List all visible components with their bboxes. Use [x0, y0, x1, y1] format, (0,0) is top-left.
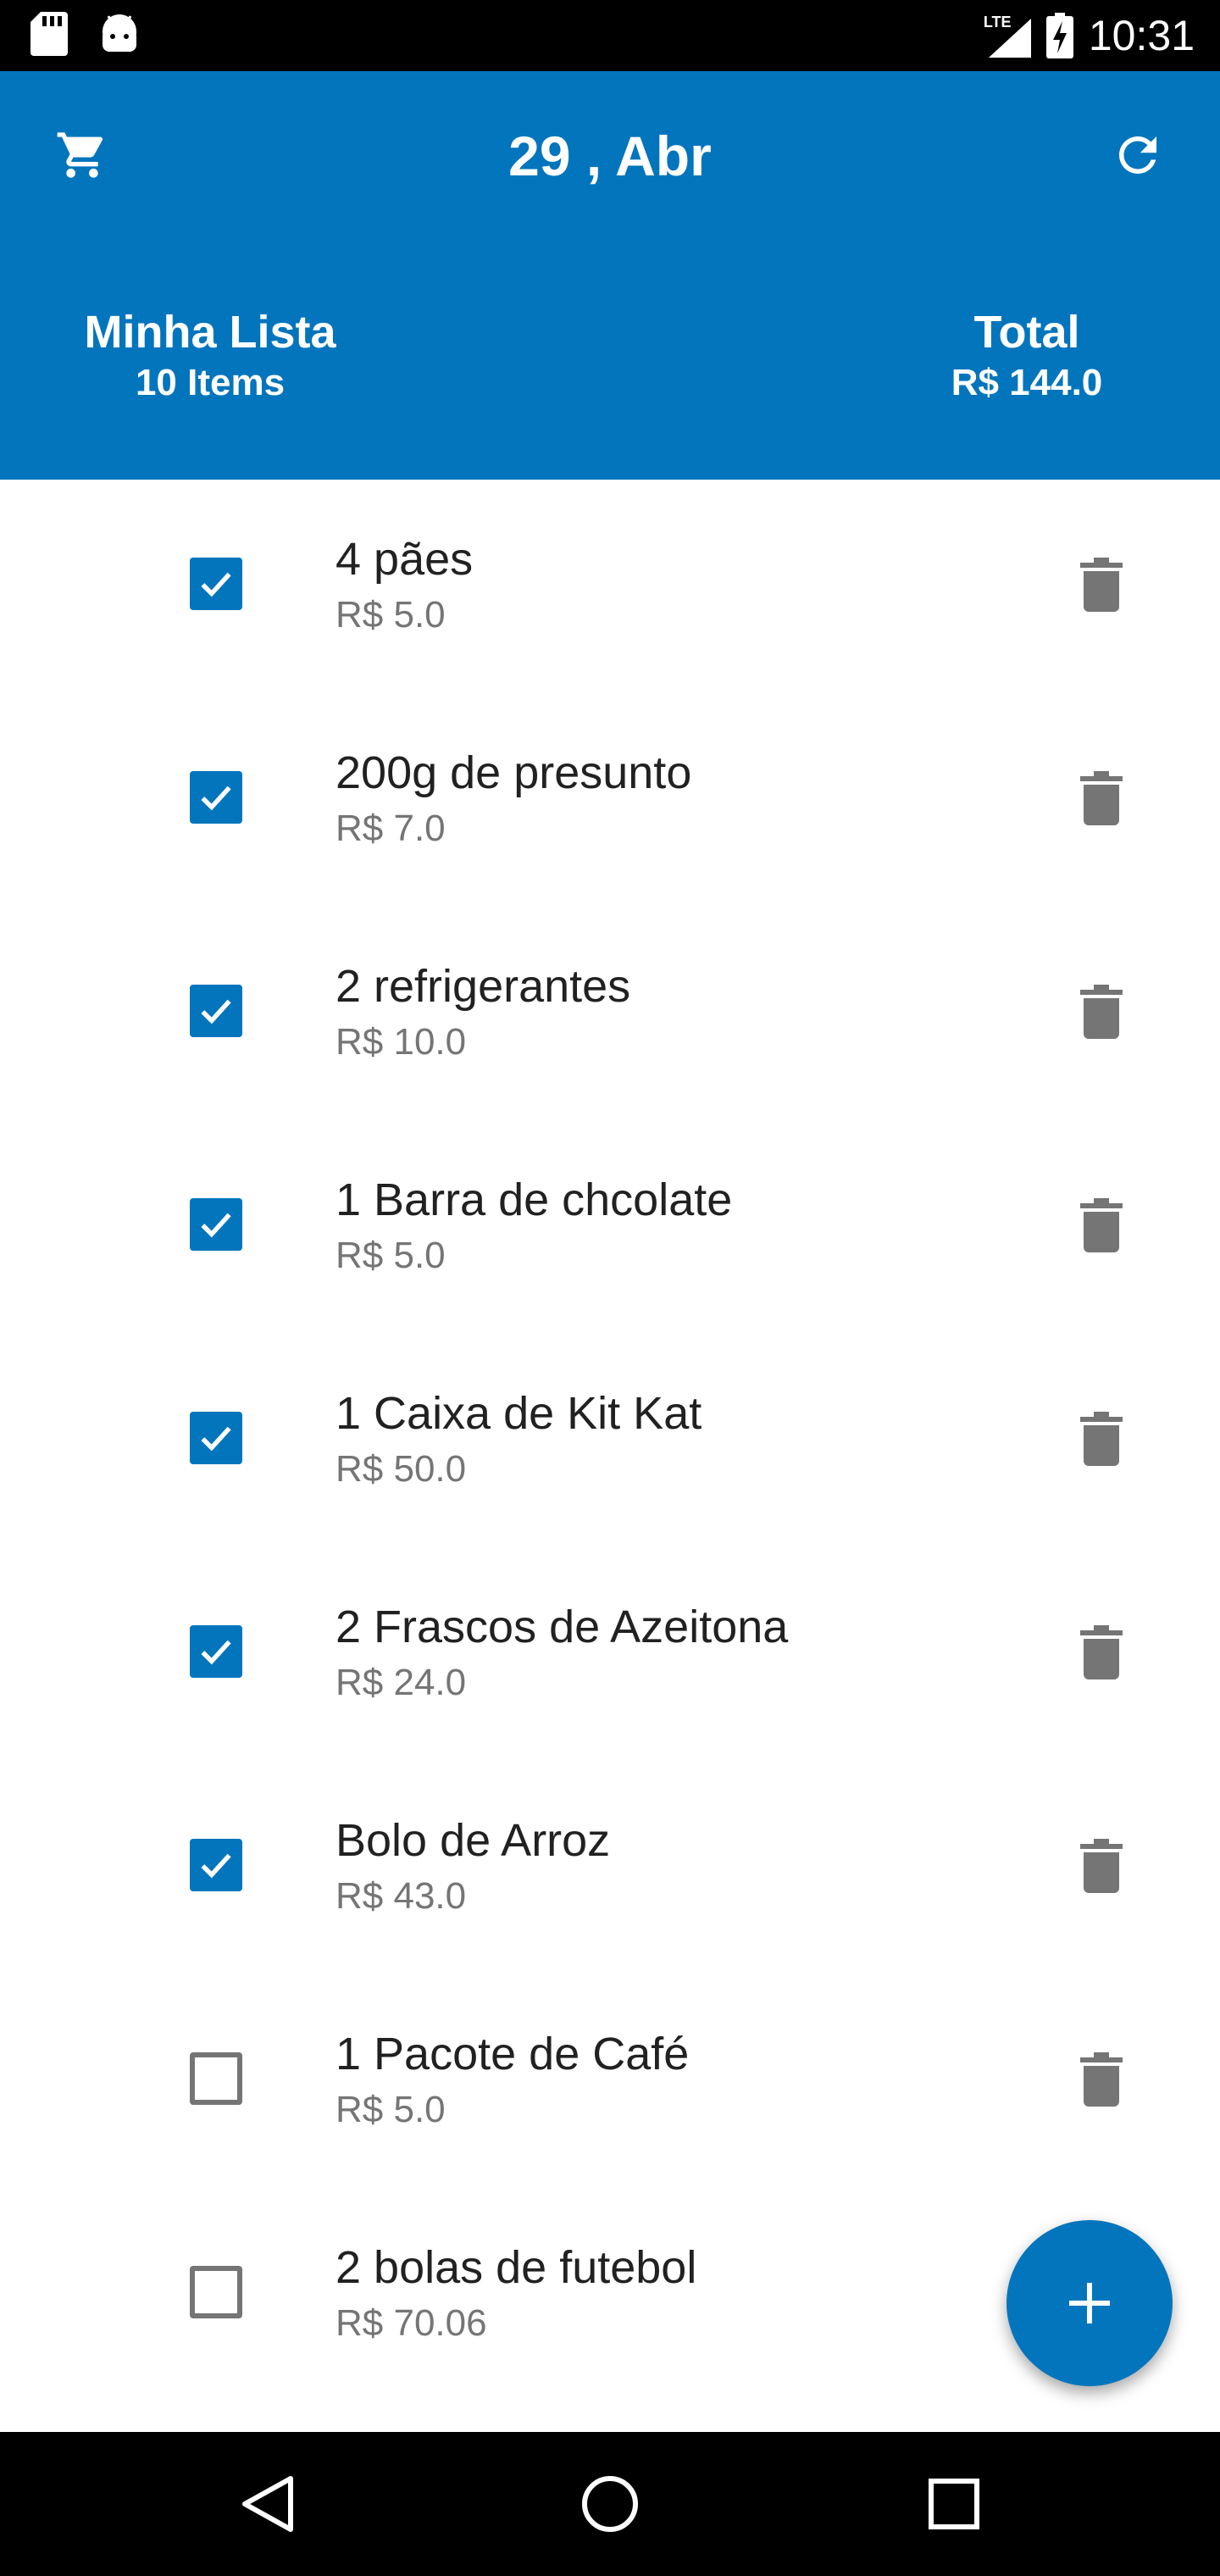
total-label: Total [973, 307, 1080, 358]
refresh-button[interactable] [1105, 122, 1171, 188]
item-text[interactable]: 2 bolas de futebol R$ 70.06 [336, 2239, 696, 2347]
trash-icon [1080, 1198, 1123, 1252]
delete-button[interactable] [1074, 1408, 1128, 1469]
list-item: Bolo de Arroz R$ 43.0 [0, 1761, 1220, 1974]
recents-button[interactable] [912, 2462, 996, 2546]
delete-button[interactable] [1074, 554, 1128, 615]
item-name: 1 Barra de chcolate [336, 1174, 733, 1225]
delete-button[interactable] [1074, 768, 1128, 829]
item-price: R$ 43.0 [336, 1875, 467, 1917]
checkmark-icon [201, 1213, 231, 1238]
item-checkbox[interactable] [190, 2266, 242, 2318]
list-item: 2 Frascos de Azeitona R$ 24.0 [0, 1547, 1220, 1761]
delete-button[interactable] [1074, 1622, 1128, 1683]
total-summary: Total R$ 144.0 [874, 305, 1179, 407]
home-button[interactable] [568, 2462, 652, 2546]
item-price: R$ 7.0 [336, 808, 446, 849]
app-header: 29 , Abr Minha Lista 10 Items Total R$ 1… [0, 71, 1220, 480]
delete-button[interactable] [1074, 2049, 1128, 2110]
list-item: 2 refrigerantes R$ 10.0 [0, 907, 1220, 1120]
trash-icon [1080, 558, 1123, 612]
add-item-button[interactable] [1006, 2220, 1173, 2386]
system-nav-bar [0, 2432, 1220, 2576]
status-notifications [30, 12, 141, 56]
item-name: 1 Pacote de Café [336, 2029, 690, 2079]
item-price: R$ 5.0 [336, 1235, 446, 1276]
recents-square-icon [929, 2479, 979, 2529]
item-name: Bolo de Arroz [336, 1815, 611, 1866]
item-checkbox[interactable] [190, 1839, 242, 1891]
list-summary: Minha Lista 10 Items [41, 305, 380, 407]
checkmark-icon [201, 1640, 231, 1665]
item-text[interactable]: 2 Frascos de Azeitona R$ 24.0 [336, 1598, 788, 1707]
status-system: LTE 10:31 [984, 7, 1195, 64]
item-name: 2 refrigerantes [336, 961, 631, 1012]
android-icon [103, 14, 136, 52]
page-title: 29 , Abr [508, 125, 712, 187]
shopping-list: 4 pães R$ 5.0 200g de presunto R$ 7.0 2 … [0, 480, 1220, 2401]
item-price: R$ 10.0 [336, 1021, 467, 1063]
item-text[interactable]: 1 Barra de chcolate R$ 5.0 [336, 1171, 732, 1280]
refresh-icon [1119, 136, 1156, 174]
item-checkbox[interactable] [190, 985, 242, 1037]
sd-card-icon [30, 12, 68, 56]
plus-icon [1069, 2283, 1110, 2323]
delete-button[interactable] [1074, 1195, 1128, 1256]
item-name: 1 Caixa de Kit Kat [336, 1388, 702, 1439]
trash-icon [1080, 1412, 1123, 1466]
list-item: 200g de presunto R$ 7.0 [0, 693, 1220, 907]
item-checkbox[interactable] [190, 1412, 242, 1464]
signal-icon: LTE [984, 14, 1031, 58]
item-name: 200g de presunto [336, 747, 692, 798]
item-text[interactable]: 1 Caixa de Kit Kat R$ 50.0 [336, 1385, 702, 1493]
total-value: R$ 144.0 [951, 362, 1103, 403]
item-price: R$ 5.0 [336, 594, 446, 636]
trash-icon [1080, 1625, 1123, 1679]
trash-icon [1080, 771, 1123, 825]
trash-icon [1080, 985, 1123, 1039]
list-item: 4 pães R$ 5.0 [0, 480, 1220, 693]
item-text[interactable]: 1 Pacote de Café R$ 5.0 [336, 2025, 689, 2134]
item-checkbox[interactable] [190, 558, 242, 610]
back-triangle-icon [242, 2476, 293, 2532]
back-button[interactable] [225, 2462, 310, 2546]
list-item: 1 Caixa de Kit Kat R$ 50.0 [0, 1334, 1220, 1547]
item-text[interactable]: 4 pães R$ 5.0 [336, 530, 473, 639]
shopping-list-panel: 4 pães R$ 5.0 200g de presunto R$ 7.0 2 … [0, 480, 1220, 2432]
clock: 10:31 [1088, 12, 1195, 59]
item-price: R$ 5.0 [336, 2089, 446, 2130]
checkmark-icon [201, 1426, 231, 1452]
trash-icon [1080, 2052, 1123, 2107]
checkmark-icon [201, 572, 231, 597]
item-text[interactable]: 200g de presunto R$ 7.0 [336, 744, 691, 852]
item-name: 4 pães [336, 534, 474, 585]
item-count: 10 Items [135, 362, 286, 403]
battery-charging-icon [1045, 13, 1073, 58]
list-title: Minha Lista [84, 307, 336, 358]
checkmark-icon [201, 786, 231, 811]
item-checkbox[interactable] [190, 1625, 242, 1678]
list-item: 1 Pacote de Café R$ 5.0 [0, 1974, 1220, 2188]
trash-icon [1080, 1839, 1123, 1893]
home-circle-icon [582, 2476, 638, 2532]
list-item: 1 Barra de chcolate R$ 5.0 [0, 1120, 1220, 1334]
item-price: R$ 50.0 [336, 1448, 467, 1490]
item-text[interactable]: 2 refrigerantes R$ 10.0 [336, 958, 630, 1066]
delete-button[interactable] [1074, 981, 1128, 1042]
checkmark-icon [201, 1853, 231, 1879]
item-checkbox[interactable] [190, 771, 242, 824]
item-checkbox[interactable] [190, 2052, 242, 2105]
item-text[interactable]: Bolo de Arroz R$ 43.0 [336, 1812, 610, 1920]
item-checkbox[interactable] [190, 1198, 242, 1251]
delete-button[interactable] [1074, 1835, 1128, 1896]
item-price: R$ 24.0 [336, 1662, 467, 1703]
status-bar: LTE 10:31 [0, 0, 1220, 71]
item-price: R$ 70.06 [336, 2302, 487, 2344]
item-name: 2 Frascos de Azeitona [336, 1602, 789, 1652]
item-name: 2 bolas de futebol [336, 2242, 697, 2293]
checkmark-icon [201, 999, 231, 1024]
